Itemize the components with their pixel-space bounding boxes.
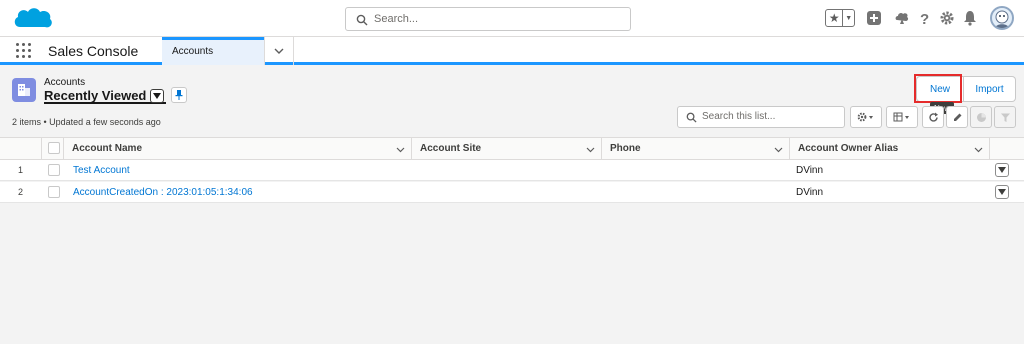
- column-label: Phone: [610, 143, 641, 154]
- search-icon: [356, 14, 368, 26]
- list-search-placeholder: Search this list...: [702, 111, 776, 122]
- account-name-link[interactable]: AccountCreatedOn : 2023:01:05:1:34:06: [73, 187, 253, 198]
- favorites-caret-icon[interactable]: ▼: [843, 10, 854, 26]
- add-icon[interactable]: [866, 10, 882, 26]
- nav-more-dropdown[interactable]: [264, 37, 294, 65]
- favorites-button[interactable]: ★ ▼: [825, 9, 855, 27]
- display-as-table-button[interactable]: [886, 106, 918, 128]
- list-view-title[interactable]: Recently Viewed: [44, 88, 146, 103]
- edit-list-button[interactable]: [946, 106, 968, 128]
- list-status-text: 2 items • Updated a few seconds ago: [12, 117, 161, 127]
- notifications-bell-icon[interactable]: [962, 10, 978, 26]
- column-label: Account Name: [72, 143, 143, 154]
- tab-accounts-label: Accounts: [172, 46, 214, 57]
- tab-accounts[interactable]: Accounts: [162, 37, 264, 65]
- row-checkbox[interactable]: [48, 186, 60, 198]
- list-view-switcher-button[interactable]: [150, 89, 164, 103]
- new-button-highlight: [914, 74, 962, 103]
- search-icon: [686, 112, 697, 123]
- caret-down-icon: [998, 189, 1006, 195]
- user-avatar[interactable]: [990, 6, 1014, 30]
- accounts-object-icon: [12, 78, 36, 102]
- select-all-checkbox[interactable]: [48, 142, 60, 154]
- table-row: 2 AccountCreatedOn : 2023:01:05:1:34:06 …: [0, 182, 1024, 203]
- pin-list-view-button[interactable]: [171, 87, 187, 103]
- chevron-down-icon[interactable]: [586, 145, 595, 154]
- navigation-bar: Sales Console Accounts: [0, 37, 1024, 65]
- app-name: Sales Console: [48, 43, 139, 59]
- astro-avatar-icon: [995, 10, 1009, 28]
- help-icon[interactable]: ?: [917, 10, 933, 26]
- chevron-down-icon[interactable]: [396, 145, 405, 154]
- select-all-header: [42, 138, 64, 160]
- global-search-input[interactable]: Search...: [345, 7, 631, 31]
- chevron-down-icon[interactable]: [774, 145, 783, 154]
- list-search-input[interactable]: Search this list...: [677, 106, 845, 128]
- pin-icon: [175, 90, 183, 100]
- global-search-placeholder: Search...: [374, 13, 419, 25]
- row-number: 1: [18, 165, 24, 175]
- account-name-link[interactable]: Test Account: [73, 165, 130, 176]
- global-header: Search... ★ ▼ ?: [0, 0, 1024, 37]
- svg-text:?: ?: [920, 11, 929, 26]
- owner-alias-cell: DVinn: [796, 187, 824, 198]
- star-icon[interactable]: ★: [826, 10, 844, 26]
- column-header-account-owner-alias[interactable]: Account Owner Alias: [790, 138, 990, 160]
- owner-alias-cell: DVinn: [796, 165, 824, 176]
- row-actions-menu[interactable]: [995, 163, 1009, 177]
- filter-icon: [1000, 113, 1010, 122]
- table-dropdown-icon: [893, 112, 909, 122]
- gear-dropdown-icon: [857, 112, 873, 122]
- import-button[interactable]: Import: [964, 76, 1016, 102]
- app-launcher-grid-icon[interactable]: [16, 43, 32, 59]
- chevron-down-icon: [274, 48, 284, 54]
- column-label: Account Site: [420, 143, 482, 154]
- list-view-title-underline: [44, 102, 166, 104]
- refresh-icon: [928, 112, 938, 122]
- table-row: 1 Test Account DVinn: [0, 160, 1024, 181]
- list-view-controls-button[interactable]: [850, 106, 882, 128]
- caret-down-icon: [153, 93, 161, 99]
- row-number-header: [0, 138, 42, 160]
- object-label: Accounts: [44, 77, 86, 88]
- caret-down-icon: [998, 167, 1006, 173]
- row-actions-menu[interactable]: [995, 185, 1009, 199]
- pie-chart-icon: [976, 112, 986, 122]
- column-header-phone[interactable]: Phone: [602, 138, 790, 160]
- filters-button[interactable]: [994, 106, 1016, 128]
- column-header-account-site[interactable]: Account Site: [412, 138, 602, 160]
- column-label: Account Owner Alias: [798, 143, 899, 154]
- setup-gear-icon[interactable]: [939, 10, 955, 26]
- charts-button[interactable]: [970, 106, 992, 128]
- column-header-account-name[interactable]: Account Name: [64, 138, 412, 160]
- salesforce-cloud-logo[interactable]: [12, 5, 54, 33]
- trailhead-icon[interactable]: [894, 10, 910, 26]
- row-checkbox[interactable]: [48, 164, 60, 176]
- table-header: Account Name Account Site Phone Account …: [0, 137, 1024, 160]
- building-icon: [18, 84, 30, 96]
- chevron-down-icon[interactable]: [974, 145, 983, 154]
- row-number: 2: [18, 187, 24, 197]
- refresh-button[interactable]: [922, 106, 944, 128]
- pencil-icon: [953, 113, 961, 121]
